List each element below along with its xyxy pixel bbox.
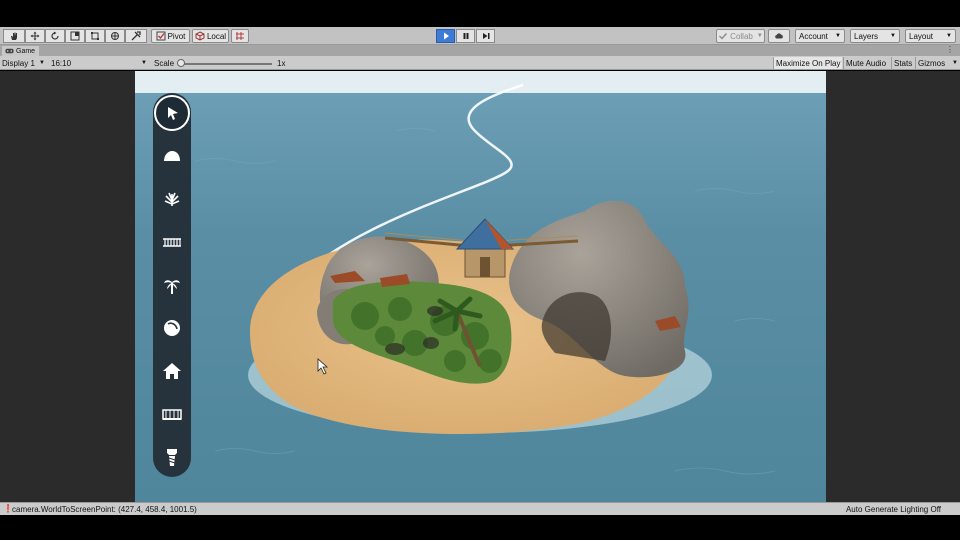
local-cube-icon [195, 31, 205, 41]
bridge-icon [163, 238, 181, 247]
status-bar: ❗ camera.WorldToScreenPoint: (427.4, 458… [0, 502, 960, 515]
palette-rock-tool[interactable] [157, 141, 187, 171]
gizmos-dropdown[interactable]: Gizmos ▼ [915, 57, 960, 69]
hand-icon [11, 32, 17, 40]
build-palette [153, 93, 191, 477]
sky [135, 71, 826, 95]
collab-dropdown[interactable]: Collab ▼ [716, 29, 765, 43]
pivot-label: Pivot [167, 31, 186, 41]
rect-tool-button[interactable] [85, 29, 105, 43]
stats-label: Stats [894, 58, 913, 68]
scale-slider-track[interactable] [180, 63, 272, 65]
tower-icon [167, 449, 177, 466]
rock-icon [164, 151, 180, 161]
island-scene [135, 71, 826, 502]
palette-fence-tool[interactable] [157, 399, 187, 429]
palette-boulder-tool[interactable] [157, 313, 187, 343]
scale-tool-button[interactable] [65, 29, 85, 43]
collab-check-icon [719, 33, 728, 40]
display-label: Display 1 [2, 58, 35, 68]
scale-slider-handle[interactable] [177, 59, 185, 67]
fence-icon [162, 409, 182, 420]
console-message[interactable]: camera.WorldToScreenPoint: (427.4, 458.4… [12, 505, 197, 514]
aspect-label: 16:10 [51, 58, 72, 68]
palette-tower-tool[interactable] [157, 442, 187, 472]
step-button[interactable] [476, 29, 495, 43]
chevron-down-icon: ▼ [952, 60, 958, 66]
letterbox-bottom [0, 515, 960, 540]
palette-select-tool[interactable] [154, 95, 190, 131]
layers-label: Layers [854, 31, 879, 41]
layout-dropdown[interactable]: Layout ▼ [905, 29, 956, 43]
collab-label: Collab [730, 31, 753, 41]
lighting-status[interactable]: Auto Generate Lighting Off [846, 505, 941, 514]
rect-transform-icon [91, 32, 99, 40]
transform-icon [111, 32, 119, 40]
rotate-icon [51, 31, 59, 40]
tab-game-label: Game [16, 47, 36, 55]
gamepad-icon [5, 48, 14, 54]
chevron-down-icon: ▼ [39, 60, 45, 66]
move-tool-button[interactable] [25, 29, 45, 43]
maximize-on-play-toggle[interactable]: Maximize On Play [773, 57, 843, 69]
move-icon [30, 31, 40, 41]
pivot-icon [156, 31, 166, 41]
cloud-button[interactable] [768, 29, 790, 43]
layers-dropdown[interactable]: Layers ▼ [850, 29, 900, 43]
grid-snap-icon [236, 32, 244, 40]
aspect-dropdown[interactable]: 16:10 ▼ [51, 57, 150, 69]
palette-bush-tool[interactable] [157, 184, 187, 214]
cloud-icon [775, 33, 783, 39]
tab-game[interactable]: Game [2, 46, 40, 56]
scale-label: Scale [154, 59, 175, 68]
scale-icon [70, 31, 80, 41]
account-dropdown[interactable]: Account ▼ [795, 29, 845, 43]
rotate-tool-button[interactable] [45, 29, 65, 43]
pivot-toggle[interactable]: Pivot [151, 29, 190, 43]
custom-tool-button[interactable] [125, 29, 147, 43]
game-view[interactable] [135, 71, 826, 502]
palette-palm-tool[interactable] [157, 270, 187, 300]
chevron-down-icon: ▼ [141, 60, 147, 66]
local-toggle[interactable]: Local [192, 29, 229, 43]
house-icon [163, 363, 181, 379]
cursor-icon [168, 107, 178, 120]
tab-bar: Game ⋮ [0, 45, 960, 56]
mute-audio-label: Mute Audio [846, 58, 887, 68]
game-view-toolbar: Display 1 ▼ 16:10 ▼ Scale 1x Maximize On… [0, 56, 960, 70]
boulder-icon [164, 320, 180, 336]
chevron-down-icon: ▼ [835, 33, 841, 39]
step-icon [482, 33, 489, 39]
chevron-down-icon: ▼ [946, 33, 952, 39]
grid-snap-button[interactable] [231, 29, 249, 43]
pause-icon [463, 33, 468, 39]
play-icon [443, 32, 449, 40]
palette-bridge-tool[interactable] [157, 227, 187, 257]
local-label: Local [206, 31, 227, 41]
scale-value: 1x [277, 59, 286, 68]
palette-house-tool[interactable] [157, 356, 187, 386]
custom-tool-icon [131, 31, 141, 41]
mute-audio-toggle[interactable]: Mute Audio [843, 57, 888, 69]
gizmos-label: Gizmos [918, 58, 946, 68]
chevron-down-icon: ▼ [890, 33, 896, 39]
bush-icon [164, 192, 180, 206]
main-toolbar: Pivot Local Collab ▼ Account ▼ Layers ▼ … [0, 27, 960, 45]
layout-label: Layout [909, 31, 934, 41]
display-dropdown[interactable]: Display 1 ▼ [2, 57, 48, 69]
stats-toggle[interactable]: Stats [891, 57, 914, 69]
account-label: Account [799, 31, 828, 41]
pause-button[interactable] [456, 29, 475, 43]
palm-tree-icon [164, 280, 180, 294]
tab-menu-icon[interactable]: ⋮ [946, 45, 954, 54]
transform-tool-button[interactable] [105, 29, 125, 43]
letterbox-top [0, 0, 960, 27]
chevron-down-icon: ▼ [756, 33, 763, 39]
hand-tool-button[interactable] [3, 29, 25, 43]
play-button[interactable] [436, 29, 455, 43]
maximize-on-play-label: Maximize On Play [776, 58, 841, 68]
